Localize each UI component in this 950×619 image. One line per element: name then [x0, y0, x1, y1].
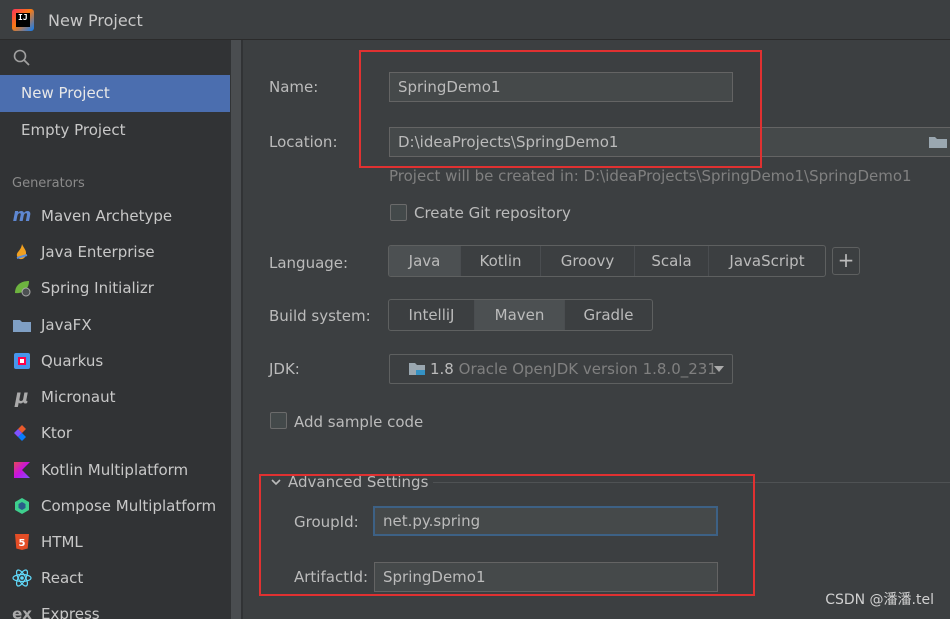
sidebar-item-label: Maven Archetype [41, 207, 173, 225]
jdk-label: JDK: [269, 360, 300, 378]
jdk-dropdown[interactable]: 1.8 Oracle OpenJDK version 1.8.0_231 [389, 354, 733, 384]
sidebar-item-react[interactable]: React [0, 561, 230, 595]
sidebar-item-label: Quarkus [41, 352, 104, 370]
sidebar-item-label: Java Enterprise [41, 243, 155, 261]
html5-icon: 5 [12, 532, 32, 552]
build-gradle-button[interactable]: Gradle [565, 300, 652, 330]
micronaut-icon: μ [15, 386, 29, 408]
search-icon[interactable] [12, 48, 32, 68]
sidebar-item-micronaut[interactable]: μ Micronaut [0, 380, 230, 414]
flame-icon [12, 242, 32, 262]
language-java-button[interactable]: Java [389, 246, 461, 276]
language-scala-button[interactable]: Scala [635, 246, 709, 276]
project-type-sidebar: New Project Empty Project Generators m M… [0, 40, 243, 619]
chevron-down-icon [714, 366, 724, 372]
sidebar-item-maven-archetype[interactable]: m Maven Archetype [0, 199, 230, 233]
location-hint: Project will be created in: D:\ideaProje… [389, 167, 912, 185]
highlight-box-advanced [259, 474, 755, 596]
sidebar-item-label: Ktor [41, 424, 73, 442]
language-javascript-button[interactable]: JavaScript [709, 246, 825, 276]
react-icon [12, 568, 32, 588]
sidebar-item-quarkus[interactable]: Quarkus [0, 344, 230, 378]
sample-code-checkbox[interactable] [270, 412, 287, 429]
spring-leaf-icon [12, 278, 32, 298]
sidebar-item-spring-initializr[interactable]: Spring Initializr [0, 271, 230, 305]
location-label: Location: [269, 133, 338, 151]
sidebar-item-java-enterprise[interactable]: Java Enterprise [0, 235, 230, 269]
sidebar-scrollbar[interactable] [231, 40, 241, 619]
sidebar-item-label: React [41, 569, 84, 587]
intellij-logo-icon: IJ [12, 9, 34, 31]
language-kotlin-button[interactable]: Kotlin [461, 246, 541, 276]
sidebar-item-label: Compose Multiplatform [41, 497, 217, 515]
sidebar-item-label: JavaFX [41, 316, 92, 334]
generators-heading: Generators [12, 176, 85, 191]
jdk-folder-icon [409, 363, 425, 375]
sidebar-item-express[interactable]: ex Express [0, 597, 230, 619]
csdn-watermark: CSDN @潘潘.tel [825, 592, 934, 608]
browse-folder-icon[interactable] [928, 135, 948, 149]
jdk-detail: Oracle OpenJDK version 1.8.0_231 [458, 360, 717, 378]
title-bar: IJ New Project [0, 0, 950, 40]
kotlin-icon [12, 460, 32, 480]
language-selector: Java Kotlin Groovy Scala JavaScript [388, 245, 826, 277]
sidebar-item-label: Micronaut [41, 388, 116, 406]
sidebar-item-label: Express [41, 605, 100, 619]
add-language-button[interactable]: + [832, 247, 860, 275]
window-title: New Project [48, 11, 143, 30]
sidebar-item-label: HTML [41, 533, 83, 551]
build-intellij-button[interactable]: IntelliJ [389, 300, 475, 330]
svg-text:5: 5 [19, 538, 26, 549]
language-label: Language: [269, 254, 349, 272]
express-icon: ex [12, 605, 32, 619]
language-groovy-button[interactable]: Groovy [541, 246, 635, 276]
sidebar-item-html[interactable]: 5 HTML [0, 525, 230, 559]
sample-code-label: Add sample code [294, 413, 424, 431]
sidebar-item-label: Spring Initializr [41, 279, 154, 297]
highlight-box-name-location [359, 50, 762, 168]
sidebar-item-kotlin-multiplatform[interactable]: Kotlin Multiplatform [0, 453, 230, 487]
quarkus-icon [12, 351, 32, 371]
build-system-selector: IntelliJ Maven Gradle [388, 299, 653, 331]
ktor-icon [12, 423, 32, 443]
sidebar-item-ktor[interactable]: Ktor [0, 416, 230, 450]
build-system-label: Build system: [269, 307, 371, 325]
sidebar-item-new-project[interactable]: New Project [0, 75, 230, 112]
folder-icon [12, 315, 32, 335]
compose-icon [12, 496, 32, 516]
sidebar-item-empty-project[interactable]: Empty Project [0, 112, 230, 149]
build-maven-button[interactable]: Maven [475, 300, 565, 330]
name-label: Name: [269, 78, 319, 96]
sidebar-item-javafx[interactable]: JavaFX [0, 308, 230, 342]
create-git-checkbox[interactable] [390, 204, 407, 221]
create-git-label: Create Git repository [414, 204, 571, 222]
jdk-version: 1.8 [430, 360, 454, 378]
maven-icon: m [12, 205, 32, 226]
sidebar-item-label: Kotlin Multiplatform [41, 461, 189, 479]
sidebar-item-compose-multiplatform[interactable]: Compose Multiplatform [0, 489, 230, 523]
